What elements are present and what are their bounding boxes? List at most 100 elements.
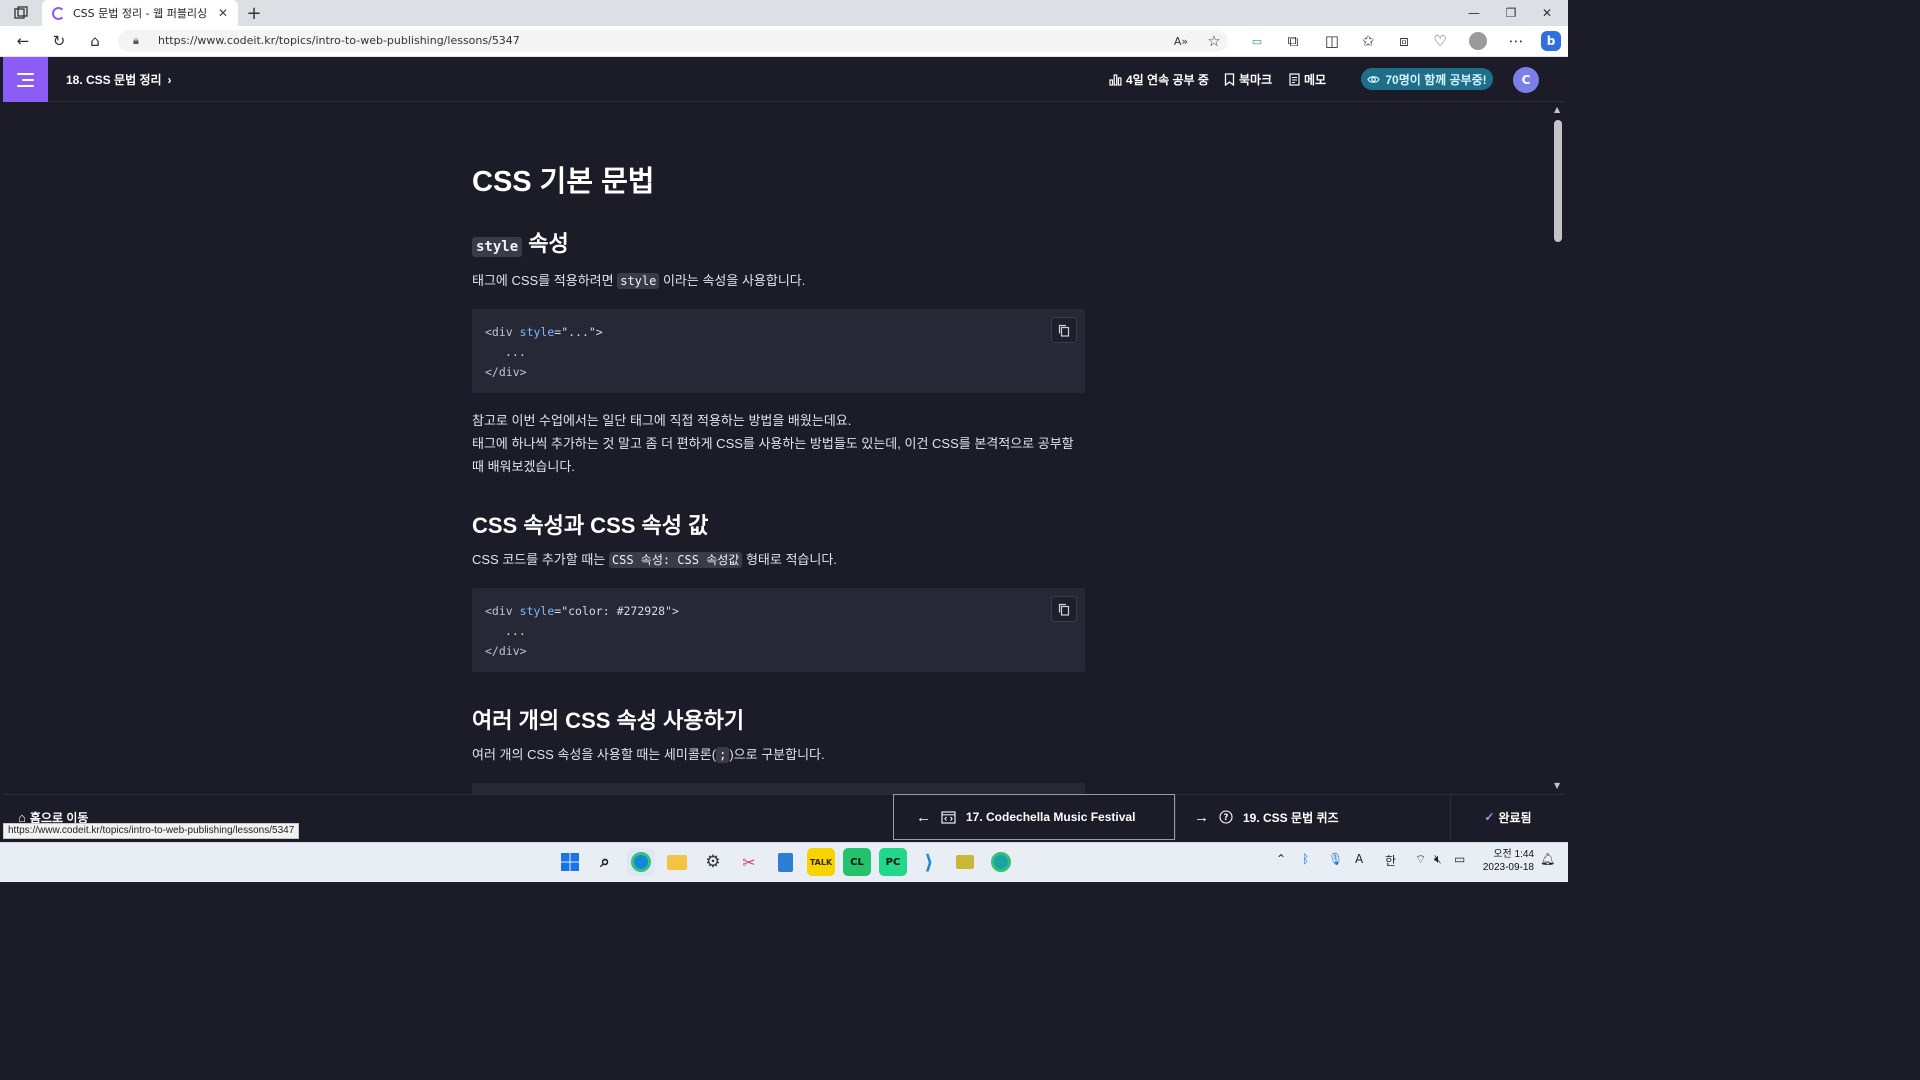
split-screen-icon[interactable]: ◫ bbox=[1319, 28, 1345, 54]
text: CSS 코드를 추가할 때는 bbox=[472, 552, 606, 567]
code-block: <div style="color: #272928"> ... </div> bbox=[472, 588, 1085, 672]
extensions-icon[interactable]: ⧉ bbox=[1280, 28, 1306, 54]
complete-button[interactable]: ✓ 완료됨 bbox=[1450, 794, 1565, 840]
ime-indicator[interactable]: 한 bbox=[1385, 852, 1396, 869]
font-input-icon[interactable]: A bbox=[1355, 852, 1363, 866]
favorites-icon[interactable]: ✩ bbox=[1355, 28, 1381, 54]
collections-icon[interactable]: ⧈ bbox=[1391, 28, 1417, 54]
code-line: <div style="color: #272928"> bbox=[485, 601, 1072, 621]
inline-code: style bbox=[472, 237, 523, 257]
arrow-right-icon: → bbox=[1194, 808, 1209, 826]
minimize-window-icon[interactable]: — bbox=[1456, 0, 1492, 26]
back-icon[interactable]: ← bbox=[10, 28, 36, 54]
bluetooth-icon[interactable]: ᛒ bbox=[1302, 852, 1309, 866]
text: 태그에 CSS를 적용하려면 bbox=[472, 273, 614, 288]
previous-lesson-button[interactable]: ← 17. Codechella Music Festival bbox=[893, 794, 1175, 840]
lesson-header bbox=[3, 57, 1565, 102]
workspaces-icon[interactable] bbox=[12, 4, 30, 22]
code-attr: style bbox=[519, 604, 555, 618]
code-block: <div style="..."> ... </div> bbox=[472, 309, 1085, 393]
scroll-down-icon[interactable]: ▼ bbox=[1554, 781, 1560, 790]
notepad-icon[interactable] bbox=[771, 848, 799, 876]
text: 태그에 하나씩 추가하는 것 말고 좀 더 편하게 CSS를 사용하는 방법들도… bbox=[472, 436, 1074, 474]
snipping-tool-icon[interactable]: ✂ bbox=[735, 848, 763, 876]
refresh-icon[interactable]: ↻ bbox=[46, 28, 72, 54]
bar-chart-icon bbox=[1109, 73, 1122, 86]
streak-label: 4일 연속 공부 중 bbox=[1126, 73, 1209, 87]
new-tab-button[interactable]: + bbox=[244, 3, 264, 24]
quiz-icon: ? bbox=[1219, 810, 1233, 824]
text: 이라는 속성을 사용합니다. bbox=[662, 273, 806, 288]
battery-icon[interactable]: ▭ bbox=[1454, 852, 1465, 866]
bookmark-button[interactable]: 북마크 bbox=[1224, 71, 1272, 88]
avatar[interactable]: C bbox=[1513, 67, 1539, 93]
profile-icon[interactable] bbox=[1465, 28, 1491, 54]
microphone-icon[interactable]: 🎙︎ bbox=[1328, 852, 1343, 866]
previous-lesson-label: 17. Codechella Music Festival bbox=[966, 810, 1136, 824]
copy-code-button[interactable] bbox=[1051, 596, 1077, 622]
studying-together-badge[interactable]: 70명이 함께 공부중! bbox=[1361, 68, 1493, 90]
memo-label: 메모 bbox=[1304, 73, 1327, 87]
menu-icon[interactable] bbox=[3, 57, 48, 102]
code-block-partial bbox=[472, 783, 1085, 794]
browser-essentials-icon[interactable]: ♡ bbox=[1427, 28, 1453, 54]
scrollbar-thumb[interactable] bbox=[1554, 120, 1562, 242]
next-lesson-label: 19. CSS 문법 퀴즈 bbox=[1243, 810, 1339, 825]
browser-tab[interactable]: CSS 문법 정리 - 웹 퍼블리싱 시작 ✕ bbox=[42, 0, 238, 26]
home-icon[interactable]: ⌂ bbox=[82, 28, 108, 54]
read-aloud-icon[interactable]: A» bbox=[1168, 28, 1194, 54]
show-hidden-icons[interactable]: ⌃ bbox=[1276, 852, 1286, 866]
volume-muted-icon[interactable]: 🔇︎ bbox=[1434, 852, 1442, 867]
close-window-icon[interactable]: ✕ bbox=[1529, 0, 1565, 26]
search-icon[interactable]: ⌕ bbox=[591, 848, 619, 876]
start-icon[interactable] bbox=[556, 848, 584, 876]
study-streak[interactable]: 4일 연속 공부 중 bbox=[1109, 71, 1209, 88]
favorite-star-icon[interactable]: ☆ bbox=[1201, 28, 1227, 54]
section-heading-style: style 속성 bbox=[472, 226, 569, 258]
paragraph: CSS 코드를 추가할 때는 CSS 속성: CSS 속성값 형태로 적습니다. bbox=[472, 548, 1085, 572]
settings-icon[interactable]: ⚙ bbox=[699, 848, 727, 876]
extension-green-icon[interactable]: ▭ bbox=[1244, 28, 1270, 54]
chevron-right-icon: › bbox=[167, 72, 172, 87]
code-value: ="color: #272928"> bbox=[554, 604, 679, 618]
file-explorer-icon[interactable] bbox=[663, 848, 691, 876]
code-line: ... bbox=[505, 345, 526, 359]
edge-icon[interactable] bbox=[627, 848, 655, 876]
more-menu-icon[interactable]: ⋯ bbox=[1503, 28, 1529, 54]
pycharm-icon[interactable]: PC bbox=[879, 848, 907, 876]
clock-date: 2023-09-18 bbox=[1482, 862, 1534, 873]
notification-icon[interactable]: 🔔︎ bbox=[1540, 852, 1555, 866]
restore-window-icon[interactable]: ❐ bbox=[1493, 0, 1529, 26]
section-heading-multiple-properties: 여러 개의 CSS 속성 사용하기 bbox=[472, 708, 745, 733]
text: 참고로 이번 수업에서는 일단 태그에 직접 적용하는 방법을 배웠는데요. bbox=[472, 413, 852, 428]
next-lesson-button[interactable]: → ? 19. CSS 문법 퀴즈 bbox=[1175, 794, 1450, 840]
close-tab-icon[interactable]: ✕ bbox=[218, 6, 228, 20]
copilot-icon[interactable]: b bbox=[1538, 28, 1564, 54]
address-bar-url[interactable]: https://www.codeit.kr/topics/intro-to-we… bbox=[158, 34, 520, 47]
complete-label: 완료됨 bbox=[1498, 810, 1532, 825]
note-paragraph: 참고로 이번 수업에서는 일단 태그에 직접 적용하는 방법을 배웠는데요. 태… bbox=[472, 409, 1085, 478]
code-lesson-icon bbox=[941, 810, 956, 824]
wifi-icon[interactable]: ⌔ bbox=[1415, 852, 1426, 867]
copy-icon bbox=[1058, 324, 1070, 337]
section-heading-css-properties: CSS 속성과 CSS 속성 값 bbox=[472, 513, 709, 538]
bookmark-label: 북마크 bbox=[1239, 73, 1273, 87]
taskbar-clock[interactable]: 오전 1:44 2023-09-18 bbox=[1480, 848, 1534, 874]
code-line: ... bbox=[505, 624, 526, 638]
memo-button[interactable]: 메모 bbox=[1289, 71, 1326, 88]
code-line: </div> bbox=[485, 644, 527, 658]
kakaotalk-icon[interactable]: TALK bbox=[807, 848, 835, 876]
lock-icon[interactable]: 🔒︎ bbox=[133, 34, 139, 48]
codeit-favicon-icon bbox=[52, 6, 65, 20]
copy-code-button[interactable] bbox=[1051, 317, 1077, 343]
text: )으로 구분합니다. bbox=[729, 747, 825, 762]
folder-app-icon[interactable] bbox=[951, 848, 979, 876]
edge-dev-icon[interactable] bbox=[987, 848, 1015, 876]
vscode-icon[interactable]: ⟩ bbox=[915, 848, 943, 876]
scroll-up-icon[interactable]: ▲ bbox=[1554, 105, 1560, 114]
code-tag: <div bbox=[485, 604, 513, 618]
lesson-breadcrumb[interactable]: 18. CSS 문법 정리 › bbox=[66, 71, 172, 88]
page-title: CSS 기본 문법 bbox=[472, 166, 655, 198]
together-label: 70명이 함께 공부중! bbox=[1385, 72, 1487, 87]
clion-icon[interactable]: CL bbox=[843, 848, 871, 876]
